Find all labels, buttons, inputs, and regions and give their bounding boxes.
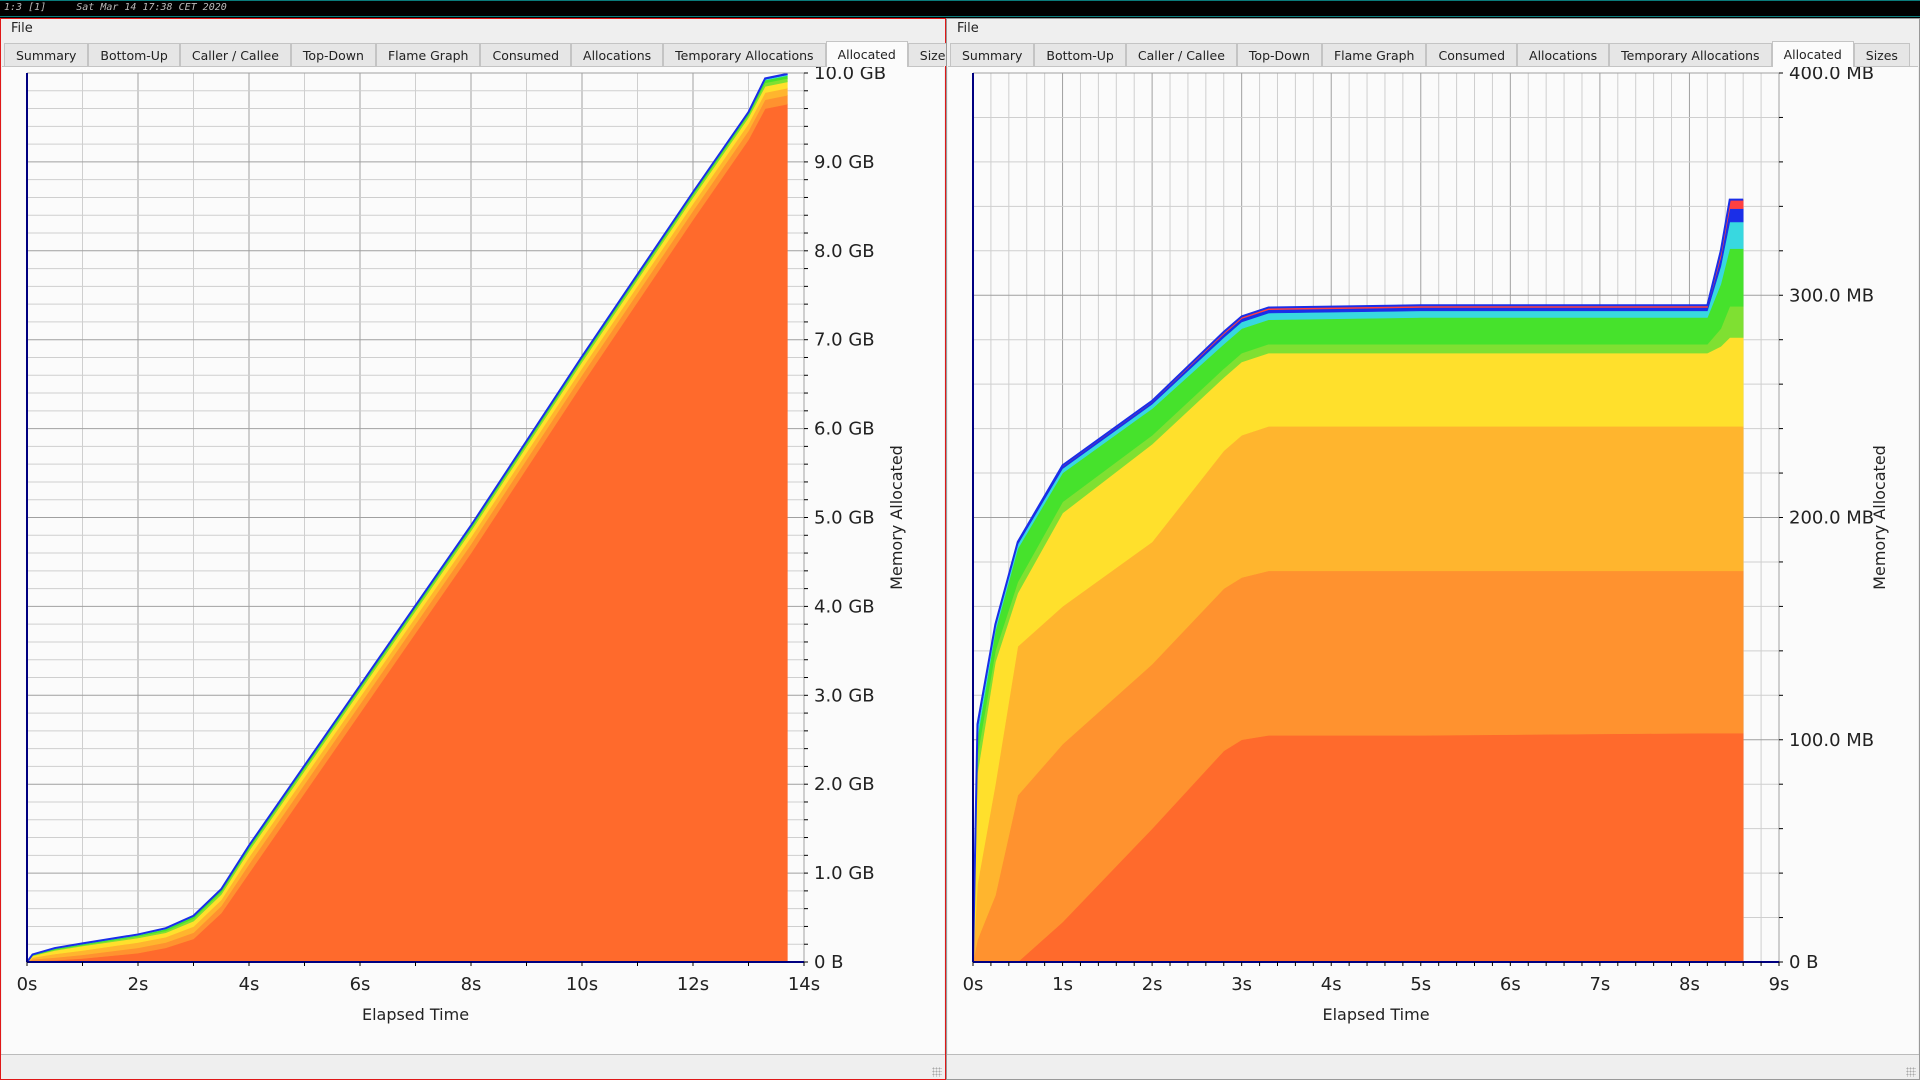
tab-summary[interactable]: Summary (4, 43, 89, 66)
tab-allocated[interactable]: Allocated (1771, 41, 1854, 67)
y-tick-label: 9.0 GB (814, 152, 875, 173)
x-tick-label: 2s (128, 974, 149, 995)
y-tick-label: 8.0 GB (814, 241, 875, 262)
x-tick-label: 5s (1410, 974, 1431, 995)
status-bar (1, 1054, 945, 1079)
tab-bottom-up[interactable]: Bottom-Up (1034, 43, 1126, 66)
x-tick-label: 7s (1589, 974, 1610, 995)
resize-grip[interactable] (1906, 1067, 1916, 1077)
tab-bar: Summary Bottom-Up Caller / Callee Top-Down F… (4, 41, 964, 67)
y-tick-label: 3.0 GB (814, 685, 875, 706)
y-axis-title: Memory Allocated (887, 445, 906, 590)
x-axis-title: Elapsed Time (362, 1005, 469, 1024)
heaptrack-window-right: File Summary Bottom-Up Caller / Callee Top-… (946, 18, 1920, 1080)
y-tick-label: 100.0 MB (1789, 730, 1874, 751)
x-tick-label: 0s (963, 974, 984, 995)
x-tick-label: 3s (1231, 974, 1252, 995)
y-tick-label: 0 B (1789, 952, 1819, 973)
x-tick-label: 0s (17, 974, 38, 995)
stacked-areas (972, 198, 1744, 963)
status-bar (947, 1054, 1919, 1079)
x-tick-label: 4s (239, 974, 260, 995)
y-tick-label: 7.0 GB (814, 330, 875, 351)
y-axis-title: Memory Allocated (1870, 445, 1889, 590)
tab-consumed[interactable]: Consumed (480, 43, 572, 66)
tab-caller-callee[interactable]: Caller / Callee (179, 43, 291, 66)
tab-temporary-allocations[interactable]: Temporary Allocations (1609, 43, 1772, 66)
x-tick-label: 8s (461, 974, 482, 995)
x-tick-label: 4s (1321, 974, 1342, 995)
x-tick-label: 6s (350, 974, 371, 995)
x-axis-title: Elapsed Time (1322, 1005, 1429, 1024)
tab-sizes[interactable]: Sizes (1853, 43, 1910, 66)
tab-bottom-up[interactable]: Bottom-Up (88, 43, 180, 66)
menu-file[interactable]: File (957, 21, 979, 36)
allocated-chart: 0s 1s 2s 3s 4s 5s 6s 7s 8s 9s0 B 100.0 MB 200.0 MB 3… (963, 67, 1889, 1024)
taskbar-status-text: 1:3 [1] Sat Mar 14 17:38 CET 2020 (4, 2, 227, 13)
x-tick-label: 10s (566, 974, 598, 995)
y-tick-label: 2.0 GB (814, 774, 875, 795)
allocated-chart-panel: 0s 1s 2s 3s 4s 5s 6s 7s 8s 9s 0 B 100.0 MB 200.0 MB 3… (948, 66, 1918, 1055)
tab-consumed[interactable]: Consumed (1426, 43, 1518, 66)
x-tick-label: 2s (1142, 974, 1163, 995)
menu-bar: File (947, 19, 1919, 39)
heaptrack-window-left: File Summary Bottom-Up Caller / Callee Top-… (0, 18, 964, 1080)
y-tick-label: 6.0 GB (814, 419, 875, 440)
tab-flame-graph[interactable]: Flame Graph (1321, 43, 1427, 66)
tab-allocated[interactable]: Allocated (825, 41, 908, 67)
y-tick-label: 300.0 MB (1789, 285, 1874, 306)
tab-summary[interactable]: Summary (950, 43, 1035, 66)
tab-bar: Summary Bottom-Up Caller / Callee Top-Down F… (950, 41, 1910, 67)
tab-allocations[interactable]: Allocations (571, 43, 664, 66)
tab-caller-callee[interactable]: Caller / Callee (1125, 43, 1237, 66)
y-tick-label: 5.0 GB (814, 508, 875, 529)
x-tick-label: 1s (1052, 974, 1073, 995)
y-tick-label: 4.0 GB (814, 596, 875, 617)
x-tick-label: 14s (788, 974, 820, 995)
x-tick-label: 6s (1500, 974, 1521, 995)
y-tick-label: 1.0 GB (814, 863, 875, 884)
y-tick-label: 400.0 MB (1789, 67, 1874, 84)
tab-top-down[interactable]: Top-Down (290, 43, 376, 66)
allocated-chart: 0s 2s 4s 6s 8s 10s 12s 14s0 B 1.0 GB 2.0 GB 3.0 GB… (17, 67, 906, 1024)
menu-file[interactable]: File (11, 21, 33, 36)
y-tick-label: 0 B (814, 952, 844, 973)
tab-top-down[interactable]: Top-Down (1236, 43, 1322, 66)
x-tick-label: 12s (677, 974, 709, 995)
resize-grip[interactable] (932, 1067, 942, 1077)
x-tick-label: 9s (1769, 974, 1790, 995)
allocated-chart-panel: 0s 2s 4s 6s 8s 10s 12s 14s 0 B 1.0 GB 2.0 GB 3.0 GB… (2, 66, 944, 1055)
menu-bar: File (1, 19, 945, 39)
tab-allocations[interactable]: Allocations (1517, 43, 1610, 66)
tab-temporary-allocations[interactable]: Temporary Allocations (663, 43, 826, 66)
y-tick-label: 200.0 MB (1789, 508, 1874, 529)
x-tick-label: 8s (1679, 974, 1700, 995)
tab-flame-graph[interactable]: Flame Graph (375, 43, 481, 66)
taskbar: 1:3 [1] Sat Mar 14 17:38 CET 2020 (0, 0, 1920, 17)
y-tick-label: 10.0 GB (814, 67, 886, 84)
